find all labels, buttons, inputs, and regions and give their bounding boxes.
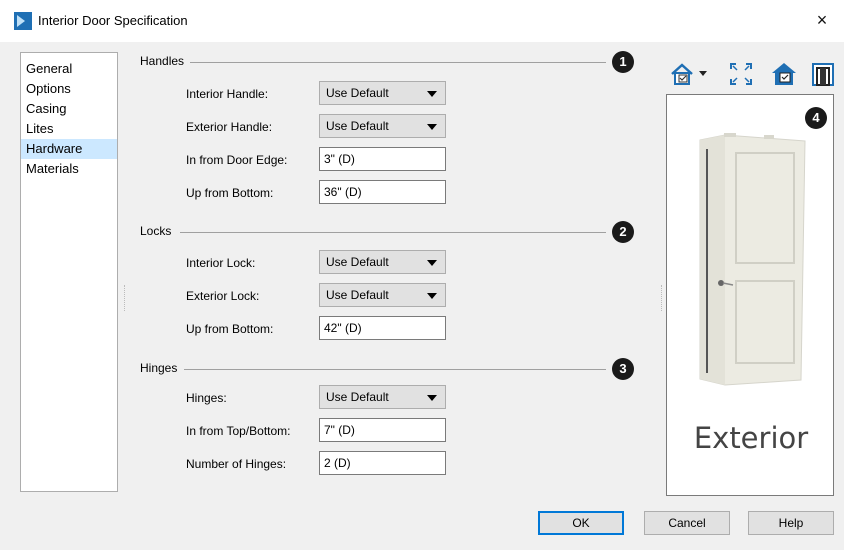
- dialog-client-area: General Options Casing Lites Hardware Ma…: [0, 42, 844, 550]
- app-icon: [14, 12, 32, 30]
- hinges-value: Use Default: [326, 390, 389, 404]
- hinges-select[interactable]: Use Default: [319, 385, 446, 409]
- title-bar: Interior Door Specification ×: [0, 0, 844, 42]
- exterior-lock-value: Use Default: [326, 288, 389, 302]
- hinges-label: Hinges:: [186, 391, 227, 405]
- in-from-top-bottom-label: In from Top/Bottom:: [186, 424, 291, 438]
- in-from-top-bottom-value: 7" (D): [324, 423, 355, 437]
- interior-handle-select[interactable]: Use Default: [319, 81, 446, 105]
- interior-lock-select[interactable]: Use Default: [319, 250, 446, 274]
- number-of-hinges-value: 2 (D): [324, 456, 351, 470]
- chevron-down-icon: [427, 293, 437, 299]
- chevron-down-icon: [427, 124, 437, 130]
- hinges-divider: [184, 369, 606, 370]
- nav-item-options[interactable]: Options: [21, 79, 117, 99]
- left-splitter[interactable]: [124, 285, 125, 311]
- elevation-view-icon: [772, 63, 796, 85]
- interior-handle-value: Use Default: [326, 86, 389, 100]
- window-title: Interior Door Specification: [38, 13, 188, 28]
- category-list[interactable]: General Options Casing Lites Hardware Ma…: [20, 52, 118, 492]
- fit-view-icon: [730, 63, 752, 85]
- hinges-callout-badge: 3: [612, 358, 634, 380]
- cancel-button[interactable]: Cancel: [644, 511, 730, 535]
- help-button[interactable]: Help: [748, 511, 834, 535]
- nav-item-lites[interactable]: Lites: [21, 119, 117, 139]
- lock-up-from-bottom-label: Up from Bottom:: [186, 322, 274, 336]
- in-from-top-bottom-field[interactable]: 7" (D): [319, 418, 446, 442]
- nav-item-materials[interactable]: Materials: [21, 159, 117, 179]
- in-from-door-edge-label: In from Door Edge:: [186, 153, 288, 167]
- handle-up-from-bottom-field[interactable]: 36" (D): [319, 180, 446, 204]
- ok-button[interactable]: OK: [538, 511, 624, 535]
- lock-up-from-bottom-field[interactable]: 42" (D): [319, 316, 446, 340]
- handle-up-from-bottom-label: Up from Bottom:: [186, 186, 274, 200]
- exterior-handle-value: Use Default: [326, 119, 389, 133]
- chevron-down-icon: [427, 395, 437, 401]
- chevron-down-icon: [427, 260, 437, 266]
- elevation-view-button[interactable]: [770, 60, 798, 88]
- exterior-handle-label: Exterior Handle:: [186, 120, 273, 134]
- exterior-handle-select[interactable]: Use Default: [319, 114, 446, 138]
- exterior-lock-select[interactable]: Use Default: [319, 283, 446, 307]
- door-frame-button[interactable]: [810, 60, 836, 88]
- nav-item-casing[interactable]: Casing: [21, 99, 117, 119]
- locks-divider: [180, 232, 606, 233]
- fit-view-button[interactable]: [728, 60, 754, 88]
- handles-section-title: Handles: [140, 54, 185, 68]
- nav-item-general[interactable]: General: [21, 59, 117, 79]
- door-frame-icon: [812, 63, 834, 86]
- lock-up-from-bottom-value: 42" (D): [324, 321, 362, 335]
- interior-handle-label: Interior Handle:: [186, 87, 269, 101]
- exterior-lock-label: Exterior Lock:: [186, 289, 260, 303]
- preview-caption: Exterior: [693, 421, 809, 455]
- in-from-door-edge-field[interactable]: 3" (D): [319, 147, 446, 171]
- handle-up-from-bottom-value: 36" (D): [324, 185, 362, 199]
- interior-lock-label: Interior Lock:: [186, 256, 256, 270]
- close-button[interactable]: ×: [810, 8, 834, 32]
- handles-callout-badge: 1: [612, 51, 634, 73]
- interior-lock-value: Use Default: [326, 255, 389, 269]
- chevron-down-icon: [427, 91, 437, 97]
- door-preview-pane[interactable]: 4 Exterior: [666, 94, 834, 496]
- door-preview-image: [699, 133, 806, 386]
- locks-callout-badge: 2: [612, 221, 634, 243]
- hinges-section-title: Hinges: [140, 361, 178, 375]
- nav-item-hardware[interactable]: Hardware: [21, 139, 117, 159]
- handles-divider: [190, 62, 606, 63]
- in-from-door-edge-value: 3" (D): [324, 152, 355, 166]
- view-options-icon: [671, 63, 707, 85]
- view-options-button[interactable]: [668, 60, 712, 88]
- number-of-hinges-field[interactable]: 2 (D): [319, 451, 446, 475]
- number-of-hinges-label: Number of Hinges:: [186, 457, 287, 471]
- locks-section-title: Locks: [140, 224, 172, 238]
- right-splitter[interactable]: [661, 285, 662, 311]
